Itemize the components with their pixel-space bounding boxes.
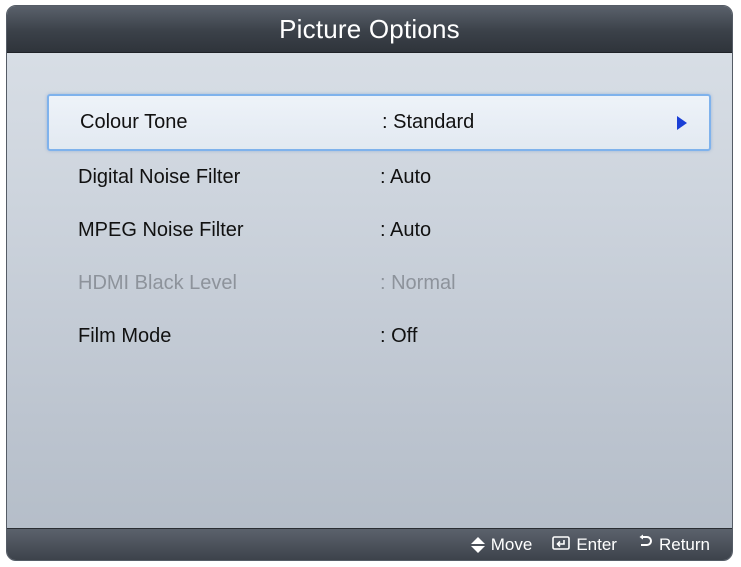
options-menu: Colour Tone : Standard Digital Noise Fil…	[47, 94, 711, 363]
return-hint-label: Return	[658, 534, 710, 554]
menu-item-value: : Off	[380, 325, 418, 347]
menu-item-label: HDMI Black Level	[78, 272, 237, 294]
menu-item-hdmi-black-level: HDMI Black Level : Normal	[47, 257, 711, 310]
menu-item-value: : Normal	[380, 272, 456, 294]
return-icon	[637, 534, 653, 555]
menu-item-label: Colour Tone	[80, 111, 188, 133]
menu-item-digital-noise-filter[interactable]: Digital Noise Filter : Auto	[47, 151, 711, 204]
move-hint: Move	[470, 534, 533, 555]
title-bar: Picture Options	[7, 6, 732, 53]
up-down-arrows-icon	[470, 536, 485, 553]
menu-item-colour-tone[interactable]: Colour Tone : Standard	[47, 94, 711, 151]
menu-item-label: MPEG Noise Filter	[78, 219, 244, 241]
menu-item-mpeg-noise-filter[interactable]: MPEG Noise Filter : Auto	[47, 204, 711, 257]
navigation-hint-bar: Move Enter Return	[7, 528, 732, 560]
enter-hint: Enter	[552, 535, 617, 555]
menu-item-value: : Auto	[380, 166, 432, 188]
menu-item-film-mode[interactable]: Film Mode : Off	[47, 310, 711, 363]
picture-options-dialog: Picture Options Colour Tone : Standard D…	[6, 5, 733, 561]
menu-item-value: : Auto	[380, 219, 432, 241]
menu-item-label: Film Mode	[78, 325, 172, 347]
right-arrow-icon	[677, 115, 687, 130]
menu-item-label: Digital Noise Filter	[78, 166, 241, 188]
return-hint: Return	[637, 534, 710, 555]
enter-hint-label: Enter	[576, 534, 617, 554]
dialog-title: Picture Options	[279, 13, 460, 44]
menu-item-value: : Standard	[382, 111, 475, 133]
move-hint-label: Move	[490, 534, 533, 554]
enter-icon	[552, 535, 571, 555]
